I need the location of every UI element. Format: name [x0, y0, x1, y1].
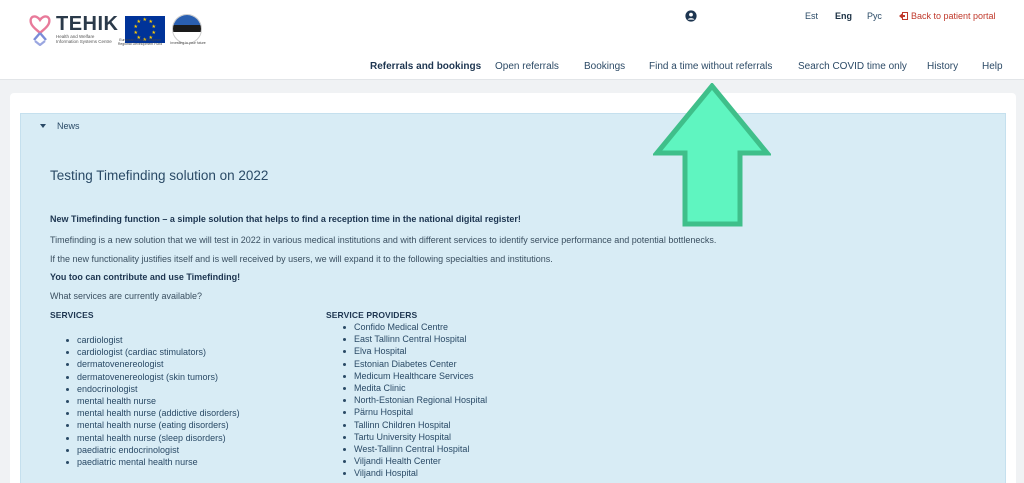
- estonia-caption: Investing in your future: [170, 41, 206, 45]
- nav-referrals-and-bookings[interactable]: Referrals and bookings: [370, 61, 481, 72]
- list-item: Medita Clinic: [340, 382, 487, 394]
- sign-out-icon: [899, 12, 908, 20]
- brand-name: TEHIK: [56, 13, 119, 35]
- providers-list: Confido Medical Centre East Tallinn Centr…: [340, 321, 487, 479]
- back-to-portal-link[interactable]: Back to patient portal: [899, 11, 996, 21]
- nav-open-referrals[interactable]: Open referrals: [495, 61, 559, 72]
- lang-est[interactable]: Est: [805, 11, 818, 21]
- list-item: Viljandi Hospital: [340, 467, 487, 479]
- list-item: Viljandi Health Center: [340, 455, 487, 467]
- list-item: West-Tallinn Central Hospital: [340, 443, 487, 455]
- news-contribute: You too can contribute and use Timefindi…: [50, 272, 241, 282]
- list-item: mental health nurse (addictive disorders…: [63, 407, 240, 419]
- nav-search-covid-time[interactable]: Search COVID time only: [798, 61, 907, 72]
- nav-bookings[interactable]: Bookings: [584, 61, 625, 72]
- caret-down-icon: [40, 124, 46, 128]
- news-paragraph-1: Timefinding is a new solution that we wi…: [50, 235, 717, 245]
- news-title: Testing Timefinding solution on 2022: [50, 168, 269, 183]
- providers-heading: SERVICE PROVIDERS: [326, 310, 418, 320]
- news-intro: New Timefinding function – a simple solu…: [50, 214, 521, 224]
- list-item: dermatovenereologist: [63, 358, 240, 370]
- list-item: mental health nurse (sleep disorders): [63, 432, 240, 444]
- list-item: Estonian Diabetes Center: [340, 358, 487, 370]
- lang-rus[interactable]: Рус: [867, 11, 882, 21]
- list-item: East Tallinn Central Hospital: [340, 333, 487, 345]
- top-header: TEHIK Health and Welfare Information Sys…: [0, 0, 1024, 80]
- list-item: mental health nurse: [63, 395, 240, 407]
- tehik-logo-icon: [29, 15, 51, 46]
- eu-caption: European Union European Regional Develop…: [117, 38, 163, 46]
- nav-history[interactable]: History: [927, 61, 958, 72]
- news-question: What services are currently available?: [50, 291, 203, 301]
- list-item: Tallinn Children Hospital: [340, 419, 487, 431]
- list-item: Confido Medical Centre: [340, 321, 487, 333]
- brand-subtitle: Health and Welfare Information Systems C…: [56, 34, 112, 44]
- list-item: paediatric mental health nurse: [63, 456, 240, 468]
- estonia-emblem-icon: [171, 14, 202, 44]
- news-toggle[interactable]: News: [40, 121, 80, 131]
- nav-help[interactable]: Help: [982, 61, 1003, 72]
- list-item: Elva Hospital: [340, 345, 487, 357]
- nav-find-time-without-referrals[interactable]: Find a time without referrals: [649, 61, 772, 72]
- list-item: cardiologist: [63, 334, 240, 346]
- list-item: Medicum Healthcare Services: [340, 370, 487, 382]
- list-item: North-Estonian Regional Hospital: [340, 394, 487, 406]
- services-list: cardiologist cardiologist (cardiac stimul…: [63, 334, 240, 468]
- list-item: Tartu University Hospital: [340, 431, 487, 443]
- up-arrow-annotation-icon: [653, 83, 771, 227]
- user-icon[interactable]: [685, 10, 697, 22]
- news-paragraph-2: If the new functionality justifies itsel…: [50, 254, 553, 264]
- list-item: paediatric endocrinologist: [63, 444, 240, 456]
- services-heading: SERVICES: [50, 310, 94, 320]
- back-link-label: Back to patient portal: [911, 11, 996, 21]
- list-item: mental health nurse (eating disorders): [63, 419, 240, 431]
- list-item: dermatovenereologist (skin tumors): [63, 371, 240, 383]
- list-item: endocrinologist: [63, 383, 240, 395]
- lang-eng[interactable]: Eng: [835, 11, 852, 21]
- list-item: Pärnu Hospital: [340, 406, 487, 418]
- list-item: cardiologist (cardiac stimulators): [63, 346, 240, 358]
- news-section-label: News: [57, 121, 80, 131]
